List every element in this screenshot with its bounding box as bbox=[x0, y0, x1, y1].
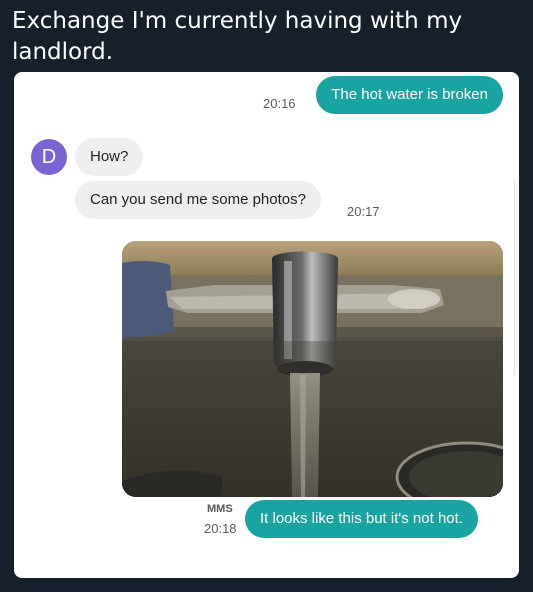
contact-avatar[interactable]: D bbox=[31, 139, 67, 175]
message-time: 20:17 bbox=[347, 204, 380, 219]
message-time: 20:16 bbox=[263, 96, 296, 111]
message-bubble-incoming[interactable]: How? bbox=[75, 138, 144, 176]
message-bubble-outgoing[interactable]: It looks like this but it's not hot. bbox=[245, 500, 478, 538]
conversation-card: 20:16 The hot water is broken D How? Can… bbox=[14, 72, 519, 578]
message-bubble-outgoing[interactable]: The hot water is broken bbox=[316, 76, 503, 114]
mms-label: MMS bbox=[207, 503, 233, 515]
faucet-photo-image bbox=[122, 241, 503, 497]
mms-photo-attachment[interactable] bbox=[122, 241, 503, 497]
message-bubble-incoming[interactable]: Can you send me some photos? bbox=[75, 181, 321, 219]
post-title: Exchange I'm currently having with my la… bbox=[12, 8, 463, 65]
message-time: 20:18 bbox=[204, 521, 237, 536]
scrollbar[interactable] bbox=[514, 180, 519, 376]
